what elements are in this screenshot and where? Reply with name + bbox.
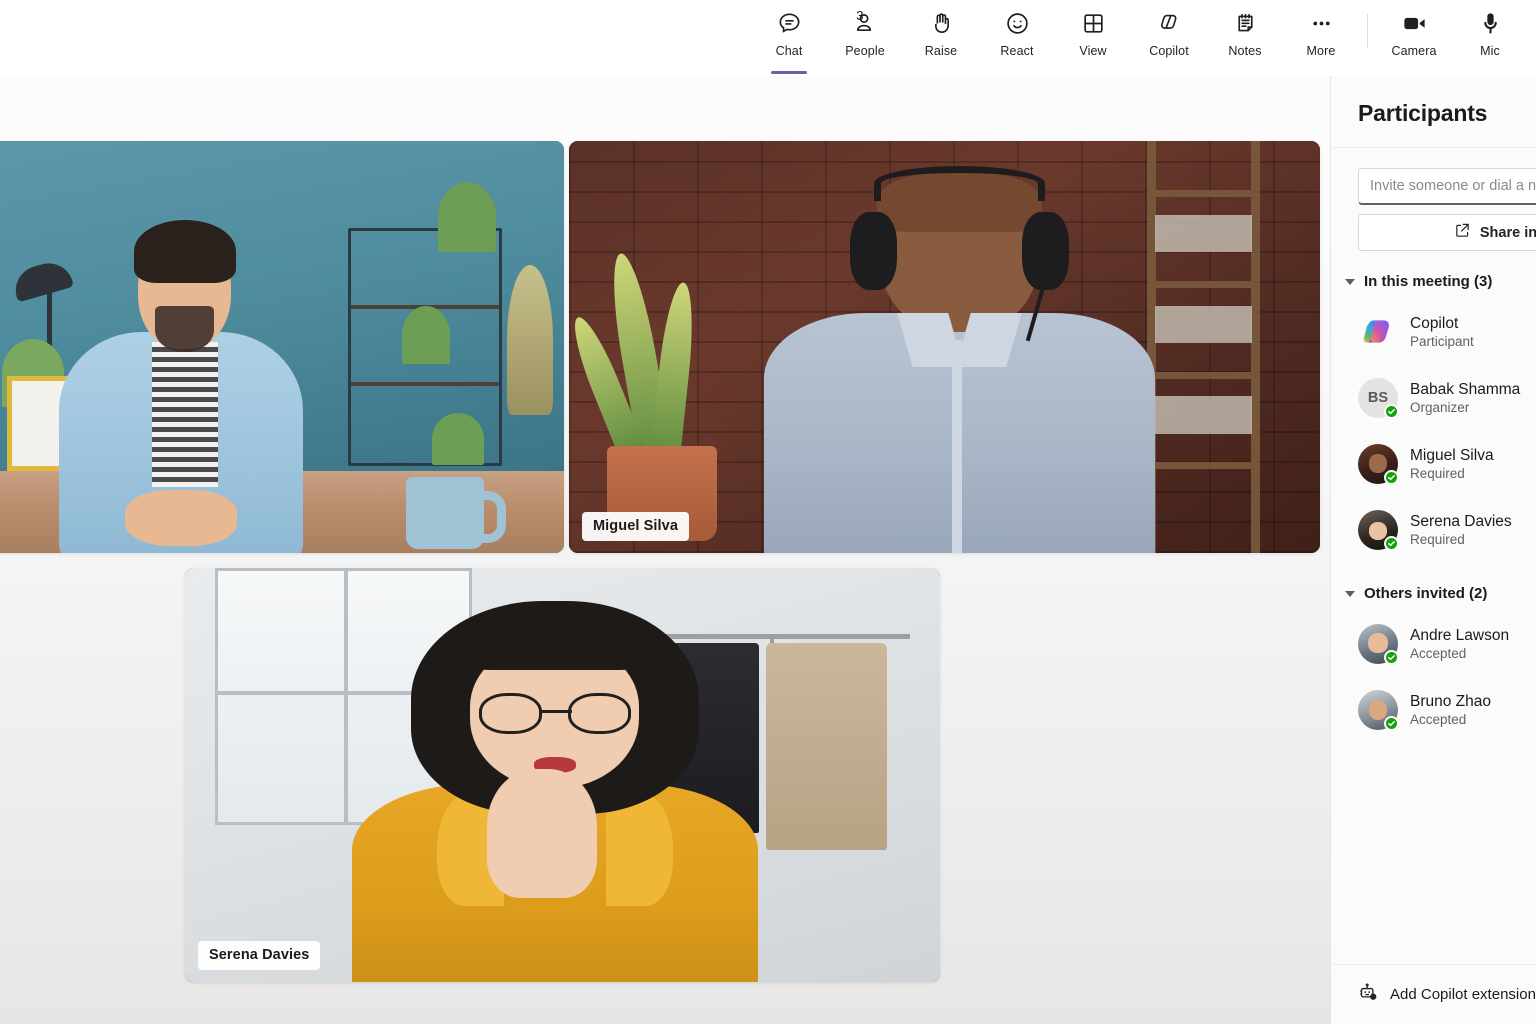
toolbar-label-mic: Mic: [1480, 44, 1500, 58]
toolbar-button-view[interactable]: View: [1055, 0, 1131, 70]
participant-role: Organizer: [1410, 400, 1470, 415]
toolbar-button-people[interactable]: 3 People: [827, 0, 903, 70]
participant-role: Accepted: [1410, 712, 1467, 727]
group-header-in-this-meeting[interactable]: In this meeting (3): [1331, 251, 1536, 296]
participant-name: Serena Davies: [1410, 513, 1512, 530]
active-tab-indicator: [771, 70, 807, 74]
group-label: Others invited (2): [1364, 585, 1488, 602]
toolbar-label-camera: Camera: [1391, 44, 1437, 58]
participants-panel-content: Participants Share invite In th: [1331, 76, 1536, 1024]
tile-name-label: Miguel Silva: [582, 512, 689, 541]
participant-list-in-meeting: Copilot Participant BS Babak Shamma Orga…: [1331, 296, 1536, 563]
participant-role: Required: [1410, 532, 1465, 547]
share-invite-label: Share invite: [1479, 224, 1536, 241]
participant-name: Babak Shamma: [1410, 381, 1521, 398]
toolbar-button-chat[interactable]: Chat: [751, 0, 827, 74]
participant-video-feed: [185, 568, 940, 982]
toolbar-label-view: View: [1079, 44, 1107, 58]
participant-name: Andre Lawson: [1410, 627, 1510, 644]
notes-icon: [1233, 8, 1258, 38]
toolbar-button-copilot[interactable]: Copilot: [1131, 0, 1207, 70]
participant-name: Copilot: [1410, 315, 1459, 332]
chat-icon: [777, 8, 802, 38]
toolbar-label-chat: Chat: [775, 44, 803, 58]
avatar: [1358, 510, 1399, 551]
list-item[interactable]: Serena Davies Required: [1331, 497, 1536, 563]
toolbar-label-raise: Raise: [924, 44, 958, 58]
presence-available-icon: [1384, 650, 1399, 665]
presence-available-icon: [1384, 404, 1399, 419]
toolbar-label-more: More: [1306, 44, 1336, 58]
toolbar-label-notes: Notes: [1228, 44, 1262, 58]
panel-title: Participants: [1358, 100, 1488, 126]
add-copilot-extensions-label: Add Copilot extensions: [1390, 986, 1536, 1003]
invite-section: Share invite: [1331, 148, 1536, 251]
chevron-down-icon: [1345, 279, 1355, 285]
avatar: [1358, 624, 1399, 665]
list-item[interactable]: Bruno Zhao Accepted: [1331, 677, 1536, 743]
add-copilot-extensions-button[interactable]: Add Copilot extensions: [1331, 964, 1536, 1024]
people-count-badge: 3: [856, 8, 864, 23]
view-grid-icon: [1081, 8, 1106, 38]
teams-meeting-window: Chat 3 People Raise React View Copilot N…: [0, 0, 1536, 1024]
camera-icon: [1401, 8, 1428, 38]
presence-available-icon: [1384, 470, 1399, 485]
share-icon: [1454, 222, 1471, 243]
participant-video-feed: [569, 141, 1320, 553]
people-icon: 3: [853, 8, 878, 38]
microphone-icon: [1477, 8, 1504, 38]
toolbar-button-notes[interactable]: Notes: [1207, 0, 1283, 70]
participant-info: Bruno Zhao Accepted: [1410, 692, 1491, 728]
meeting-toolbar: Chat 3 People Raise React View Copilot N…: [0, 0, 1536, 76]
invite-input[interactable]: [1358, 168, 1536, 205]
share-invite-button[interactable]: Share invite: [1358, 214, 1536, 251]
presence-available-icon: [1384, 536, 1399, 551]
toolbar-button-react[interactable]: React: [979, 0, 1055, 70]
toolbar-button-camera[interactable]: Camera: [1376, 0, 1452, 70]
avatar: [1358, 690, 1399, 731]
toolbar-divider: [1367, 14, 1368, 48]
toolbar-button-mic[interactable]: Mic: [1452, 0, 1528, 70]
participant-name: Bruno Zhao: [1410, 693, 1491, 710]
list-item[interactable]: Miguel Silva Required: [1331, 431, 1536, 497]
list-item[interactable]: BS Babak Shamma Organizer: [1331, 365, 1536, 431]
video-tile[interactable]: Serena Davies: [185, 568, 940, 982]
participant-info: Miguel Silva Required: [1410, 446, 1494, 482]
participant-role: Participant: [1410, 334, 1474, 349]
copilot-icon: [1156, 8, 1182, 38]
toolbar-items: Chat 3 People Raise React View Copilot N…: [751, 0, 1528, 76]
participant-role: Accepted: [1410, 646, 1467, 661]
participant-list-others-invited: Andre Lawson Accepted Bruno Zhao Accepte…: [1331, 608, 1536, 743]
robot-icon: [1358, 982, 1379, 1008]
group-label: In this meeting (3): [1364, 273, 1493, 290]
video-tile[interactable]: Miguel Silva: [569, 141, 1320, 553]
react-smiley-icon: [1005, 8, 1030, 38]
video-stage: Miguel Silva Serena Davies: [0, 76, 1330, 1024]
avatar: [1358, 444, 1399, 485]
video-tile[interactable]: [0, 141, 564, 553]
participant-name: Miguel Silva: [1410, 447, 1494, 464]
participant-info: Copilot Participant: [1410, 314, 1474, 350]
participant-video-feed: [0, 141, 564, 553]
toolbar-button-more[interactable]: More: [1283, 0, 1359, 70]
list-item[interactable]: Andre Lawson Accepted: [1331, 611, 1536, 677]
toolbar-button-raise[interactable]: Raise: [903, 0, 979, 70]
participant-role: Required: [1410, 466, 1465, 481]
chevron-down-icon: [1345, 591, 1355, 597]
group-header-others-invited[interactable]: Others invited (2): [1331, 563, 1536, 608]
toolbar-label-copilot: Copilot: [1149, 44, 1189, 58]
list-item[interactable]: Copilot Participant: [1331, 299, 1536, 365]
participant-info: Andre Lawson Accepted: [1410, 626, 1509, 662]
toolbar-label-react: React: [1000, 44, 1034, 58]
presence-available-icon: [1384, 716, 1399, 731]
participant-info: Babak Shamma Organizer: [1410, 380, 1520, 416]
toolbar-label-people: People: [845, 44, 885, 58]
more-ellipsis-icon: [1309, 8, 1334, 38]
copilot-logo-icon: [1358, 312, 1398, 352]
participants-panel: Participants Share invite In th: [1330, 76, 1536, 1024]
tile-name-label: Serena Davies: [198, 941, 321, 970]
avatar: BS: [1358, 378, 1399, 419]
participant-info: Serena Davies Required: [1410, 512, 1512, 548]
raise-hand-icon: [929, 8, 954, 38]
